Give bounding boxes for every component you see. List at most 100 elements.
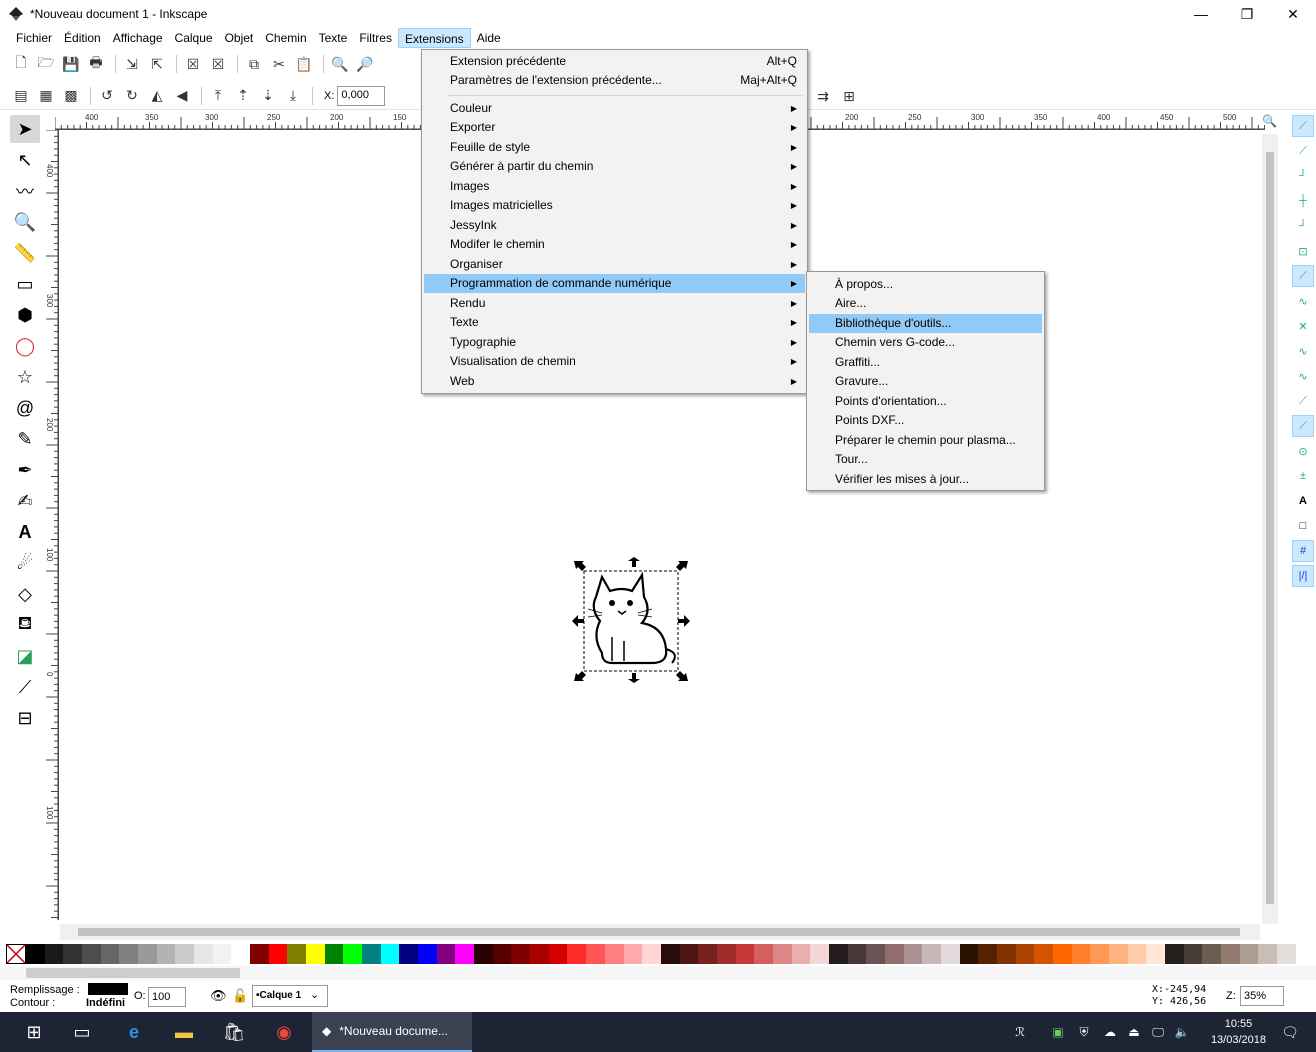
submenu-item-points-orientation[interactable]: Points d'orientation... <box>809 392 1042 411</box>
vertical-scrollbar[interactable] <box>1262 134 1278 924</box>
menu-item-feuille-de-style[interactable]: Feuille de style ▶ <box>424 138 805 157</box>
rotate-ccw-icon[interactable]: ↺ <box>96 85 118 107</box>
chevron-down-icon[interactable]: ⌄ <box>310 988 319 1001</box>
nvidia-tray-icon[interactable]: ▣ <box>1046 1020 1070 1044</box>
color-swatch[interactable] <box>1071 944 1091 964</box>
color-swatch[interactable] <box>119 944 139 964</box>
lower-to-bottom-icon[interactable]: ⤓ <box>282 85 304 107</box>
new-document-icon[interactable]: 🗋 <box>10 53 32 75</box>
color-swatch[interactable] <box>1239 944 1259 964</box>
color-swatch[interactable] <box>100 944 120 964</box>
color-swatch[interactable] <box>1034 944 1053 964</box>
color-swatch[interactable] <box>772 944 792 964</box>
x-coordinate-input[interactable]: 0,000 <box>337 85 386 106</box>
redo-icon[interactable]: ☒ <box>207 53 229 75</box>
security-tray-icon[interactable]: ⛨ <box>1072 1020 1096 1044</box>
color-swatch[interactable] <box>791 944 811 964</box>
snap-nodes-icon[interactable]: ⟋ <box>1292 265 1314 287</box>
color-swatch[interactable] <box>44 944 64 964</box>
snap-grids-icon[interactable]: # <box>1292 540 1314 562</box>
palette-scrollbar[interactable] <box>0 966 1316 980</box>
color-swatch[interactable] <box>1277 944 1296 964</box>
node-tool-icon[interactable]: ↖ <box>10 146 40 174</box>
snap-bbox-icon[interactable]: ⟋ <box>1292 140 1314 162</box>
color-swatch[interactable] <box>287 944 307 964</box>
color-swatch[interactable] <box>156 944 176 964</box>
color-swatch[interactable] <box>735 944 755 964</box>
pen-tool-icon[interactable]: ✒ <box>10 456 40 484</box>
transform-patterns-icon[interactable]: ⊞ <box>838 85 860 107</box>
color-swatch[interactable] <box>922 944 941 964</box>
horizontal-scrollbar[interactable] <box>60 924 1260 940</box>
open-folder-icon[interactable]: 🗁 <box>35 53 57 75</box>
menu-item-jessyink[interactable]: JessyInk ▶ <box>424 216 805 235</box>
color-swatch[interactable] <box>1202 944 1221 964</box>
menu-item-generer[interactable]: Générer à partir du chemin ▶ <box>424 157 805 176</box>
gradient-tool-icon[interactable]: ◪ <box>10 642 40 670</box>
minimize-button[interactable]: — <box>1178 0 1224 28</box>
select-all-layers-icon[interactable]: ▦ <box>35 85 57 107</box>
color-swatch[interactable] <box>474 944 493 964</box>
snap-paths-icon[interactable]: ∿ <box>1292 290 1314 312</box>
palette-scrollbar-thumb[interactable] <box>26 968 240 978</box>
color-swatch[interactable] <box>586 944 605 964</box>
copy-icon[interactable]: ⧉ <box>243 53 265 75</box>
color-swatch[interactable] <box>567 944 587 964</box>
menu-affichage[interactable]: Affichage <box>107 28 169 48</box>
cut-icon[interactable]: ✂ <box>268 53 290 75</box>
color-swatch[interactable] <box>212 944 232 964</box>
color-swatch[interactable] <box>754 944 773 964</box>
color-swatch[interactable] <box>1164 944 1184 964</box>
menu-filtres[interactable]: Filtres <box>353 28 398 48</box>
color-swatch[interactable] <box>138 944 157 964</box>
menu-item-rendu[interactable]: Rendu ▶ <box>424 294 805 313</box>
submenu-item-chemin-gcode[interactable]: Chemin vers G-code... <box>809 333 1042 352</box>
color-swatch[interactable] <box>548 944 568 964</box>
menu-fichier[interactable]: Fichier <box>10 28 58 48</box>
undo-icon[interactable]: ☒ <box>182 53 204 75</box>
horizontal-scrollbar-thumb[interactable] <box>78 928 1240 936</box>
color-swatch[interactable] <box>324 944 344 964</box>
color-swatch[interactable] <box>1015 944 1035 964</box>
import-icon[interactable]: ⇲ <box>121 53 143 75</box>
menu-calque[interactable]: Calque <box>169 28 219 48</box>
color-swatch[interactable] <box>194 944 213 964</box>
print-icon[interactable]: 🖶 <box>85 53 107 75</box>
color-swatch[interactable] <box>1052 944 1072 964</box>
rotate-cw-icon[interactable]: ↻ <box>121 85 143 107</box>
vertical-scrollbar-thumb[interactable] <box>1266 152 1274 904</box>
menu-edition[interactable]: Édition <box>58 28 107 48</box>
zoom-tool-icon[interactable]: 🔍 <box>10 208 40 236</box>
submenu-item-tour[interactable]: Tour... <box>809 450 1042 469</box>
menu-item-organiser[interactable]: Organiser ▶ <box>424 255 805 274</box>
color-swatch[interactable] <box>1146 944 1165 964</box>
color-swatch[interactable] <box>418 944 437 964</box>
zoom-input[interactable]: 35% <box>1240 986 1284 1006</box>
flip-horizontal-icon[interactable]: ◭ <box>146 85 168 107</box>
color-swatch[interactable] <box>698 944 717 964</box>
color-swatch[interactable] <box>343 944 363 964</box>
file-explorer-icon[interactable]: ▬ <box>172 1020 196 1044</box>
paste-icon[interactable]: 📋 <box>293 53 315 75</box>
menu-item-web[interactable]: Web ▶ <box>424 372 805 391</box>
color-swatch[interactable] <box>810 944 829 964</box>
color-swatch[interactable] <box>996 944 1016 964</box>
layer-visibility-icon[interactable]: 👁 <box>210 988 227 1004</box>
color-swatch[interactable] <box>1258 944 1278 964</box>
store-icon[interactable]: 🛍 <box>222 1020 246 1044</box>
menu-extensions[interactable]: Extensions <box>397 28 471 48</box>
task-view-icon[interactable]: ▭ <box>70 1020 94 1044</box>
measure-tool-icon[interactable]: 📏 <box>10 239 40 267</box>
snap-smooth-nodes-icon[interactable]: ∿ <box>1292 365 1314 387</box>
export-icon[interactable]: ⇱ <box>146 53 168 75</box>
calligraphy-tool-icon[interactable]: ✍ <box>10 487 40 515</box>
snap-bbox-midpoints-icon[interactable]: ┘ <box>1292 215 1314 237</box>
menu-item-previous-extension-settings[interactable]: Paramètres de l'extension précédente... … <box>424 71 805 90</box>
chrome-icon[interactable]: ◉ <box>272 1020 296 1044</box>
snap-line-midpoints-icon[interactable]: ⟋ <box>1292 390 1314 412</box>
color-swatch[interactable] <box>716 944 736 964</box>
transform-stroke-icon[interactable]: ⇉ <box>812 85 834 107</box>
system-clock[interactable]: 10:55 13/03/2018 <box>1211 1016 1266 1048</box>
snap-rotation-centers-icon[interactable]: ± <box>1292 465 1314 487</box>
snap-bbox-centers-icon[interactable]: ⊡ <box>1292 240 1314 262</box>
